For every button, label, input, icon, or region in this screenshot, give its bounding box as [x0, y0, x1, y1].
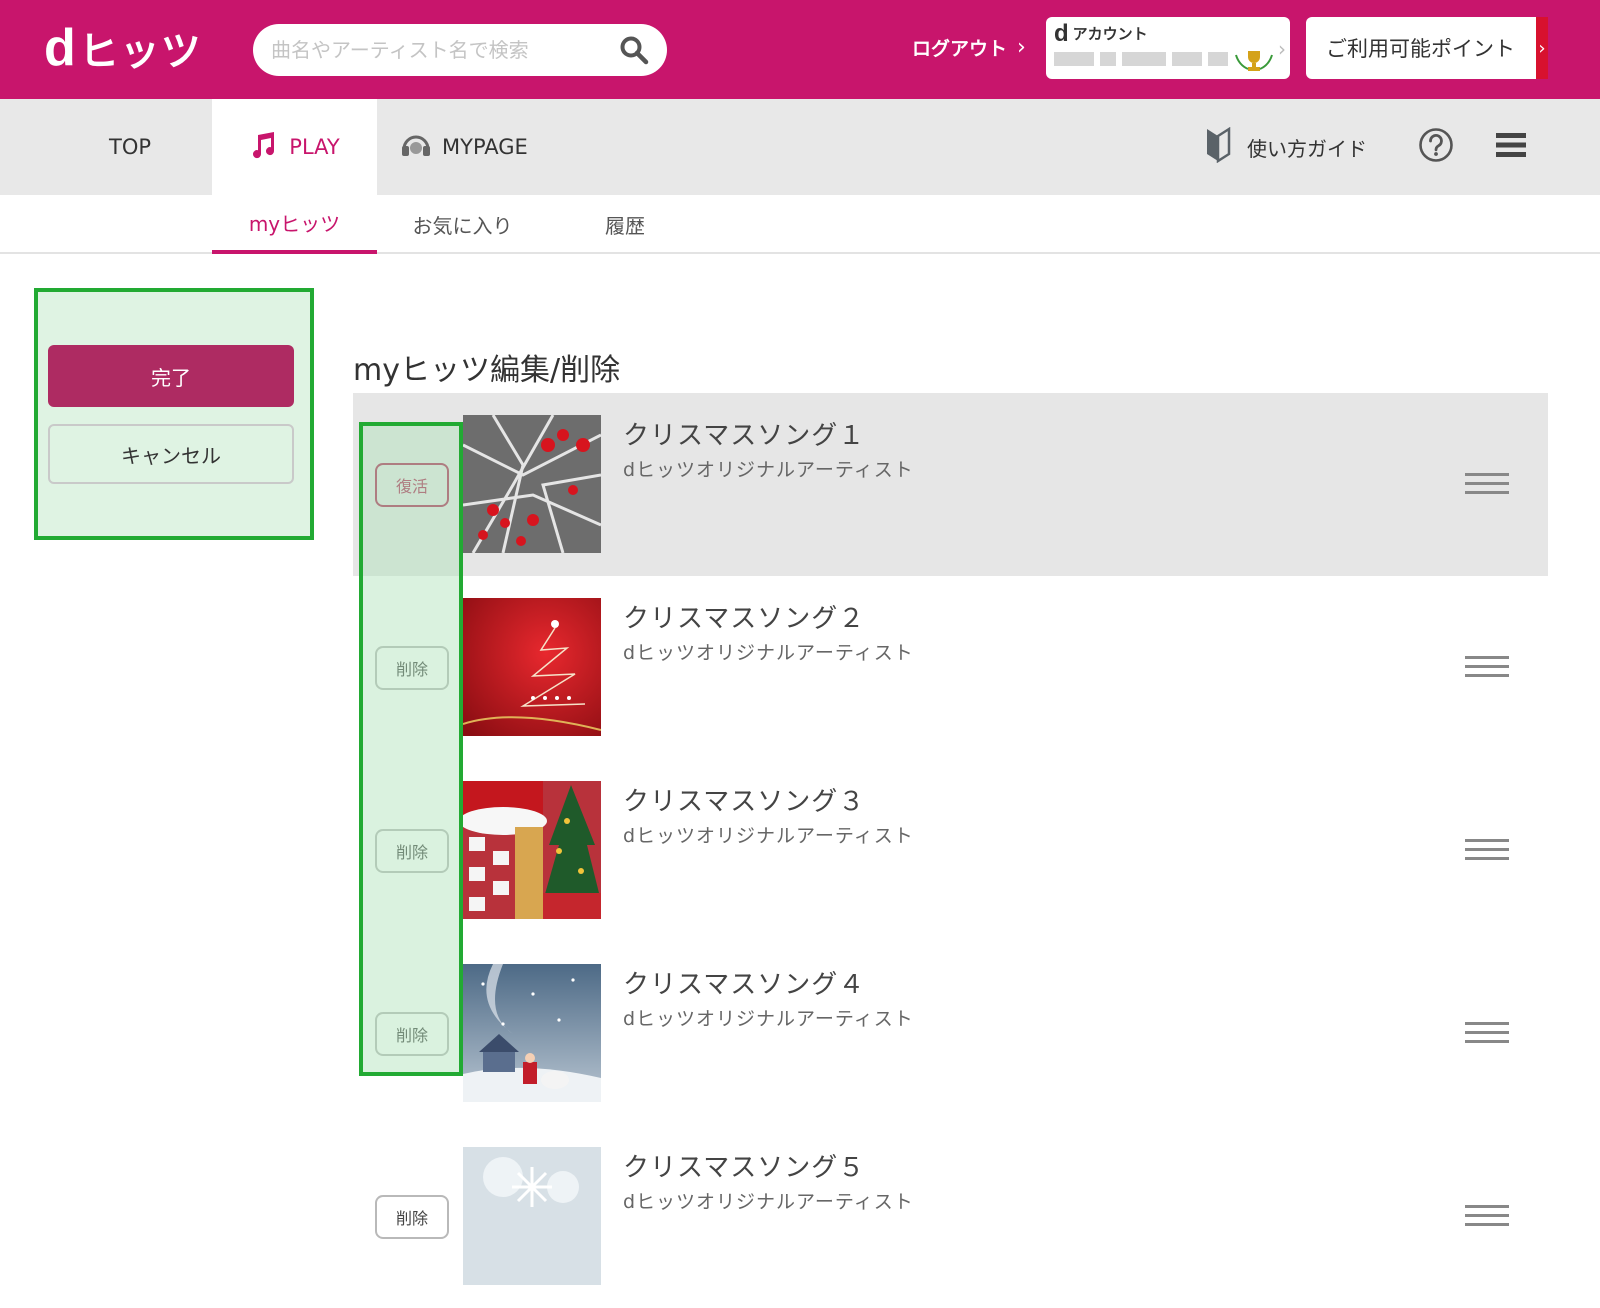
subtab-favorites-label: お気に入り: [412, 214, 513, 238]
song-title: クリスマスソング２: [623, 604, 866, 634]
song-artist: dヒッツオリジナルアーティスト: [623, 459, 914, 481]
help-button[interactable]: [1418, 99, 1454, 195]
tab-play-label: PLAY: [289, 135, 340, 159]
song-title: クリスマスソング１: [623, 421, 866, 451]
subtab-history[interactable]: 履歴: [545, 195, 705, 254]
headphones-icon: [400, 131, 432, 164]
delete-button[interactable]: 削除: [375, 829, 449, 873]
dhits-logo[interactable]: d ヒッツ: [44, 19, 202, 77]
subtab-favorites[interactable]: お気に入り: [380, 195, 545, 254]
question-circle-icon: [1418, 127, 1454, 168]
logout-link[interactable]: ログアウト ›: [912, 34, 1026, 61]
search-icon[interactable]: [619, 35, 649, 65]
chevron-right-icon: ›: [1278, 37, 1286, 61]
cancel-button[interactable]: キャンセル: [48, 424, 294, 484]
search-input[interactable]: [271, 38, 619, 62]
song-artist: dヒッツオリジナルアーティスト: [623, 1008, 914, 1030]
guide-link[interactable]: 使い方ガイド: [1205, 99, 1367, 195]
search-box: [253, 24, 667, 76]
restore-button[interactable]: 復活: [375, 463, 449, 507]
d-account-button[interactable]: d アカウント ›: [1046, 17, 1290, 79]
song-artist: dヒッツオリジナルアーティスト: [623, 642, 914, 664]
drag-handle-icon[interactable]: [1465, 1022, 1509, 1044]
beginner-mark-icon: [1205, 126, 1231, 168]
song-thumbnail: [463, 1147, 601, 1285]
song-thumbnail: [463, 415, 601, 553]
delete-button[interactable]: 削除: [375, 1012, 449, 1056]
tab-top[interactable]: TOP: [109, 99, 151, 195]
drag-handle-icon[interactable]: [1465, 1205, 1509, 1227]
song-artist: dヒッツオリジナルアーティスト: [623, 825, 914, 847]
hamburger-menu-icon: [1496, 131, 1526, 164]
subtab-myhits-label: myヒッツ: [248, 212, 341, 236]
song-artist: dヒッツオリジナルアーティスト: [623, 1191, 914, 1213]
guide-label: 使い方ガイド: [1247, 136, 1367, 161]
main-nav: TOP PLAY MYPAGE 使い方ガイド: [0, 99, 1600, 195]
edit-action-panel: 完了 キャンセル: [34, 288, 314, 540]
song-thumbnail: [463, 598, 601, 736]
song-row[interactable]: 削除 クリスマスソング２ dヒッツオリジナルアーティスト: [353, 576, 1548, 759]
song-title: クリスマスソング４: [623, 970, 866, 1000]
music-note-icon: [249, 131, 277, 164]
tab-play[interactable]: PLAY: [212, 99, 377, 195]
sub-nav: myヒッツ お気に入り 履歴: [0, 195, 1600, 254]
subtab-history-label: 履歴: [605, 214, 645, 238]
trophy-icon: [1232, 49, 1276, 73]
chevron-right-icon[interactable]: ›: [1536, 17, 1548, 79]
song-row[interactable]: 削除 クリスマスソング３ dヒッツオリジナルアーティスト: [353, 759, 1548, 942]
drag-handle-icon[interactable]: [1465, 473, 1509, 495]
logout-label: ログアウト: [912, 38, 1008, 60]
available-points-button[interactable]: ご利用可能ポイント: [1306, 17, 1548, 79]
delete-button[interactable]: 削除: [375, 1195, 449, 1239]
chevron-right-icon: ›: [1017, 35, 1026, 60]
song-title: クリスマスソング３: [623, 787, 866, 817]
song-thumbnail: [463, 964, 601, 1102]
delete-button[interactable]: 削除: [375, 646, 449, 690]
drag-handle-icon[interactable]: [1465, 839, 1509, 861]
points-label: ご利用可能ポイント: [1326, 37, 1515, 61]
page-title: myヒッツ編集/削除: [353, 353, 621, 388]
account-label: アカウント: [1072, 25, 1148, 43]
done-button[interactable]: 完了: [48, 345, 294, 407]
subtab-myhits[interactable]: myヒッツ: [212, 195, 377, 254]
header: d ヒッツ ログアウト › d アカウント ›: [0, 0, 1600, 99]
account-mark: d: [1054, 19, 1069, 47]
song-title: クリスマスソング５: [623, 1153, 866, 1183]
song-row[interactable]: 復活 クリスマスソング１ dヒッツオリジナルアーティスト: [353, 393, 1548, 576]
song-thumbnail: [463, 781, 601, 919]
logo-text: ヒッツ: [78, 29, 202, 75]
account-title: d アカウント: [1054, 19, 1282, 47]
song-row[interactable]: 削除 クリスマスソング５ dヒッツオリジナルアーティスト: [353, 1125, 1548, 1308]
menu-button[interactable]: [1496, 99, 1526, 195]
logo-mark: d: [44, 19, 77, 77]
drag-handle-icon[interactable]: [1465, 656, 1509, 678]
tab-top-label: TOP: [109, 135, 152, 159]
song-row[interactable]: 削除 クリスマスソング４ dヒッツオリジナルアーティスト: [353, 942, 1548, 1125]
tab-mypage[interactable]: MYPAGE: [400, 99, 528, 195]
tab-mypage-label: MYPAGE: [442, 135, 528, 159]
song-list: 復活 クリスマスソング１ dヒッツオリジナルアーティスト 削除 クリスマスソング…: [353, 393, 1548, 1308]
